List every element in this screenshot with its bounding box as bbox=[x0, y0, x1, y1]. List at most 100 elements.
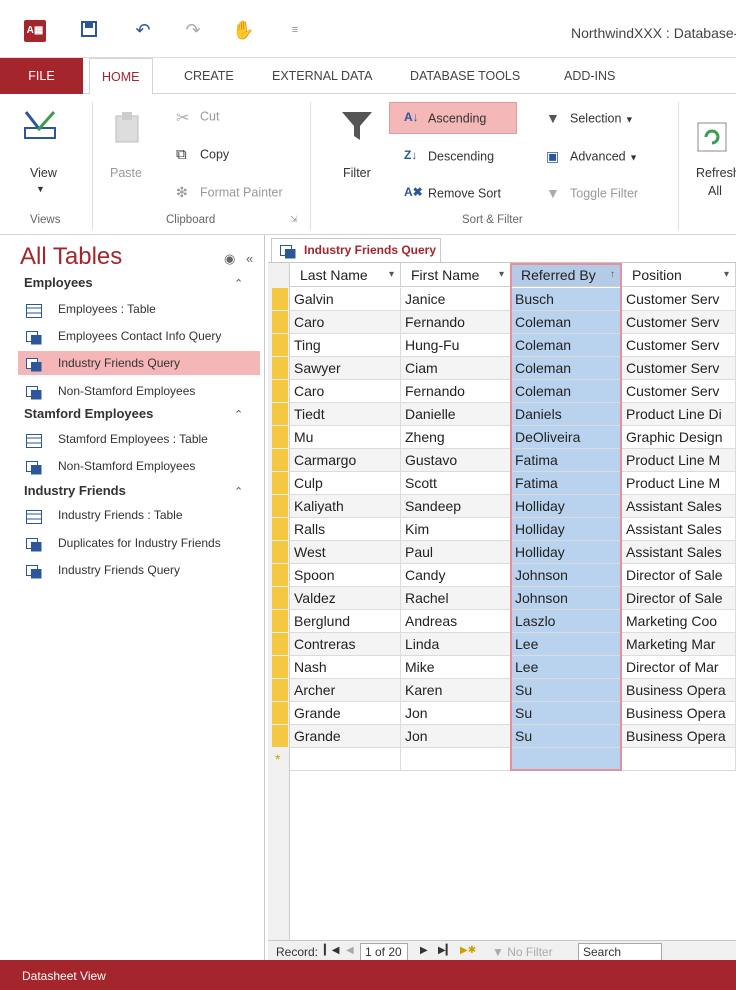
nav-item-non-stamford-employees[interactable]: Non-Stamford Employees bbox=[18, 379, 260, 403]
table-cell[interactable]: Hung-Fu bbox=[401, 334, 511, 357]
paste-icon[interactable] bbox=[112, 110, 144, 149]
table-cell[interactable]: Coleman bbox=[511, 334, 622, 357]
table-cell[interactable]: Product Line M bbox=[622, 472, 736, 495]
table-row[interactable]: West Paul Holliday Assistant Sales bbox=[290, 541, 736, 564]
table-cell[interactable]: Kim bbox=[401, 518, 511, 541]
record-selector[interactable] bbox=[272, 495, 288, 517]
record-selector[interactable] bbox=[272, 610, 288, 632]
table-cell[interactable]: Johnson bbox=[511, 564, 622, 587]
table-cell[interactable]: Fernando bbox=[401, 380, 511, 403]
table-cell[interactable]: Product Line M bbox=[622, 449, 736, 472]
record-selector[interactable] bbox=[272, 541, 288, 563]
table-cell[interactable] bbox=[511, 748, 622, 771]
table-cell[interactable]: Business Opera bbox=[622, 725, 736, 748]
column-header-referred-by[interactable]: Referred By ↑ bbox=[511, 263, 622, 287]
table-cell[interactable]: Business Opera bbox=[622, 702, 736, 725]
undo-icon[interactable]: ↶ bbox=[132, 18, 154, 42]
table-row[interactable]: Grande Jon Su Business Opera bbox=[290, 725, 736, 748]
record-selector[interactable] bbox=[272, 449, 288, 471]
table-cell[interactable]: Su bbox=[511, 679, 622, 702]
table-cell[interactable]: Contreras bbox=[290, 633, 401, 656]
nav-item-duplicates-query[interactable]: Duplicates for Industry Friends bbox=[18, 531, 260, 555]
table-cell[interactable]: Nash bbox=[290, 656, 401, 679]
collapse-pane-icon[interactable]: « bbox=[246, 251, 253, 266]
customize-icon[interactable]: ≡ bbox=[284, 18, 306, 42]
table-row[interactable]: Caro Fernando Coleman Customer Serv bbox=[290, 311, 736, 334]
table-row[interactable]: Ralls Kim Holliday Assistant Sales bbox=[290, 518, 736, 541]
table-cell[interactable]: Holliday bbox=[511, 518, 622, 541]
table-cell[interactable]: Director of Mar bbox=[622, 656, 736, 679]
format-painter-button[interactable]: ❇ Format Painter bbox=[176, 184, 283, 202]
table-row[interactable]: Ting Hung-Fu Coleman Customer Serv bbox=[290, 334, 736, 357]
table-cell[interactable]: Su bbox=[511, 725, 622, 748]
refresh-label[interactable]: Refresh bbox=[696, 166, 736, 180]
advanced-button[interactable]: ▣ Advanced ▼ bbox=[546, 148, 638, 166]
nav-title[interactable]: All Tables bbox=[20, 243, 122, 271]
dropdown-arrow-icon[interactable]: ▾ bbox=[499, 263, 504, 286]
table-cell[interactable]: Valdez bbox=[290, 587, 401, 610]
table-cell[interactable]: Jon bbox=[401, 702, 511, 725]
toggle-filter-button[interactable]: ▼ Toggle Filter bbox=[546, 185, 638, 203]
table-row[interactable]: Tiedt Danielle Daniels Product Line Di bbox=[290, 403, 736, 426]
table-row[interactable]: Contreras Linda Lee Marketing Mar bbox=[290, 633, 736, 656]
table-cell[interactable]: Holliday bbox=[511, 541, 622, 564]
tab-home[interactable]: HOME bbox=[89, 58, 153, 95]
table-cell[interactable]: Fatima bbox=[511, 472, 622, 495]
tab-external-data[interactable]: EXTERNAL DATA bbox=[260, 58, 384, 94]
nav-group-stamford-employees[interactable]: Stamford Employees bbox=[24, 406, 153, 421]
table-row[interactable]: Sawyer Ciam Coleman Customer Serv bbox=[290, 357, 736, 380]
filter-icon[interactable] bbox=[340, 108, 374, 147]
nav-group-industry-friends[interactable]: Industry Friends bbox=[24, 483, 126, 498]
table-cell[interactable]: West bbox=[290, 541, 401, 564]
table-row[interactable]: Mu Zheng DeOliveira Graphic Design bbox=[290, 426, 736, 449]
tab-add-ins[interactable]: ADD-INS bbox=[552, 58, 627, 94]
table-cell[interactable]: Zheng bbox=[401, 426, 511, 449]
tab-create[interactable]: CREATE bbox=[172, 58, 246, 94]
nav-item-non-stamford-employees[interactable]: Non-Stamford Employees bbox=[18, 454, 260, 478]
column-header-position[interactable]: Position ▾ bbox=[622, 263, 736, 287]
table-cell[interactable]: Marketing Coo bbox=[622, 610, 736, 633]
table-cell[interactable]: Ting bbox=[290, 334, 401, 357]
remove-sort-button[interactable]: A✖ Remove Sort bbox=[404, 185, 501, 203]
record-selector[interactable] bbox=[272, 725, 288, 747]
descending-button[interactable]: Z↓ Descending bbox=[404, 148, 494, 166]
table-cell[interactable]: Paul bbox=[401, 541, 511, 564]
table-row[interactable]: Grande Jon Su Business Opera bbox=[290, 702, 736, 725]
table-cell[interactable]: Lee bbox=[511, 633, 622, 656]
paste-button-label[interactable]: Paste bbox=[110, 166, 142, 180]
table-cell[interactable]: Rachel bbox=[401, 587, 511, 610]
previous-record-icon[interactable]: ◀ bbox=[346, 945, 354, 956]
table-cell[interactable] bbox=[290, 748, 401, 771]
table-cell[interactable]: Busch bbox=[511, 288, 622, 311]
record-selector[interactable] bbox=[272, 380, 288, 402]
new-record-nav-icon[interactable]: ▶✱ bbox=[460, 945, 476, 956]
dropdown-arrow-icon[interactable]: ▾ bbox=[389, 263, 394, 286]
table-cell[interactable]: Ciam bbox=[401, 357, 511, 380]
table-cell[interactable]: Customer Serv bbox=[622, 380, 736, 403]
table-cell[interactable]: Product Line Di bbox=[622, 403, 736, 426]
table-cell[interactable]: Fatima bbox=[511, 449, 622, 472]
table-cell[interactable]: Berglund bbox=[290, 610, 401, 633]
record-selector[interactable] bbox=[272, 518, 288, 540]
table-cell[interactable] bbox=[622, 748, 736, 771]
table-cell[interactable]: Grande bbox=[290, 725, 401, 748]
table-cell[interactable]: Jon bbox=[401, 725, 511, 748]
table-row[interactable]: Valdez Rachel Johnson Director of Sale bbox=[290, 587, 736, 610]
table-cell[interactable]: Gustavo bbox=[401, 449, 511, 472]
table-cell[interactable]: Graphic Design bbox=[622, 426, 736, 449]
table-row[interactable]: Kaliyath Sandeep Holliday Assistant Sales bbox=[290, 495, 736, 518]
table-row[interactable]: Caro Fernando Coleman Customer Serv bbox=[290, 380, 736, 403]
table-cell[interactable]: Archer bbox=[290, 679, 401, 702]
nav-item-employees-table[interactable]: Employees : Table bbox=[18, 297, 260, 321]
refresh-all-label[interactable]: All bbox=[708, 184, 722, 198]
table-cell[interactable]: Holliday bbox=[511, 495, 622, 518]
table-cell[interactable]: Business Opera bbox=[622, 679, 736, 702]
selection-button[interactable]: ▼ Selection ▼ bbox=[546, 110, 634, 128]
touch-mode-icon[interactable]: ✋ bbox=[232, 18, 254, 42]
table-row[interactable]: Berglund Andreas Laszlo Marketing Coo bbox=[290, 610, 736, 633]
table-cell[interactable] bbox=[401, 748, 511, 771]
nav-item-employees-contact-query[interactable]: Employees Contact Info Query bbox=[18, 324, 260, 348]
no-filter-button[interactable]: ▼ No Filter bbox=[492, 945, 553, 959]
refresh-icon[interactable] bbox=[696, 122, 736, 155]
table-cell[interactable]: Coleman bbox=[511, 380, 622, 403]
